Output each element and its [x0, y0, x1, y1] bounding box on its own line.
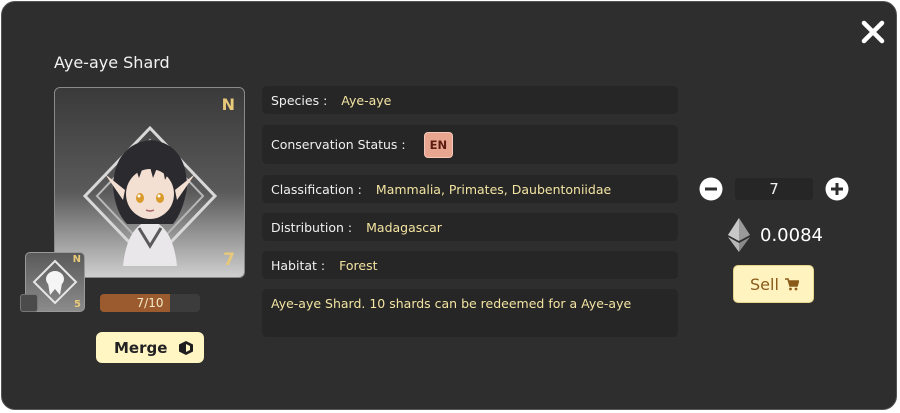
classification-key: Classification :: [271, 181, 362, 197]
species-key: Species :: [271, 92, 328, 108]
classification-value: Mammalia, Primates, Daubentoniidae: [375, 181, 612, 197]
conservation-status-row: Conservation Status : EN: [262, 125, 678, 164]
character-portrait: [82, 125, 218, 266]
shard-card: N 7: [54, 87, 245, 278]
sell-button[interactable]: Sell: [733, 265, 814, 303]
dialog-title: Aye-aye Shard: [54, 53, 170, 72]
select-checkbox[interactable]: [20, 294, 38, 312]
shard-count: 7: [223, 250, 235, 270]
shard-detail-dialog: Aye-aye Shard N 7 N 5 7/10 Merge Species…: [1, 1, 897, 410]
sell-label: Sell: [750, 275, 779, 294]
distribution-value: Madagascar: [366, 219, 442, 235]
increase-quantity-icon[interactable]: [825, 177, 849, 201]
species-value: Aye-aye: [341, 92, 392, 108]
merge-label: Merge: [114, 339, 168, 357]
cart-icon: [785, 278, 799, 291]
mini-shard-count: 5: [74, 299, 81, 310]
habitat-row: Habitat : Forest: [262, 251, 678, 279]
habitat-key: Habitat :: [271, 257, 326, 273]
merge-button[interactable]: Merge: [96, 332, 204, 363]
source-shard-thumbnail[interactable]: N 5: [20, 252, 85, 312]
description-box: Aye-aye Shard. 10 shards can be redeemed…: [262, 289, 678, 337]
rarity-label: N: [221, 95, 235, 114]
merge-progress-bar: 7/10: [100, 294, 200, 312]
close-icon[interactable]: [857, 16, 889, 48]
species-row: Species : Aye-aye: [262, 86, 678, 114]
conservation-status-badge: EN: [423, 131, 454, 158]
classification-row: Classification : Mammalia, Primates, Dau…: [262, 175, 678, 203]
progress-label: 7/10: [136, 296, 164, 310]
merge-cube-icon: [179, 341, 193, 355]
quantity-value[interactable]: 7: [735, 178, 813, 200]
conservation-status-key: Conservation Status :: [271, 137, 406, 152]
ethereum-icon: [728, 218, 750, 252]
distribution-row: Distribution : Madagascar: [262, 213, 678, 241]
habitat-value: Forest: [339, 257, 378, 273]
distribution-key: Distribution :: [271, 219, 353, 235]
price-value: 0.0084: [760, 225, 823, 246]
decrease-quantity-icon[interactable]: [699, 177, 723, 201]
